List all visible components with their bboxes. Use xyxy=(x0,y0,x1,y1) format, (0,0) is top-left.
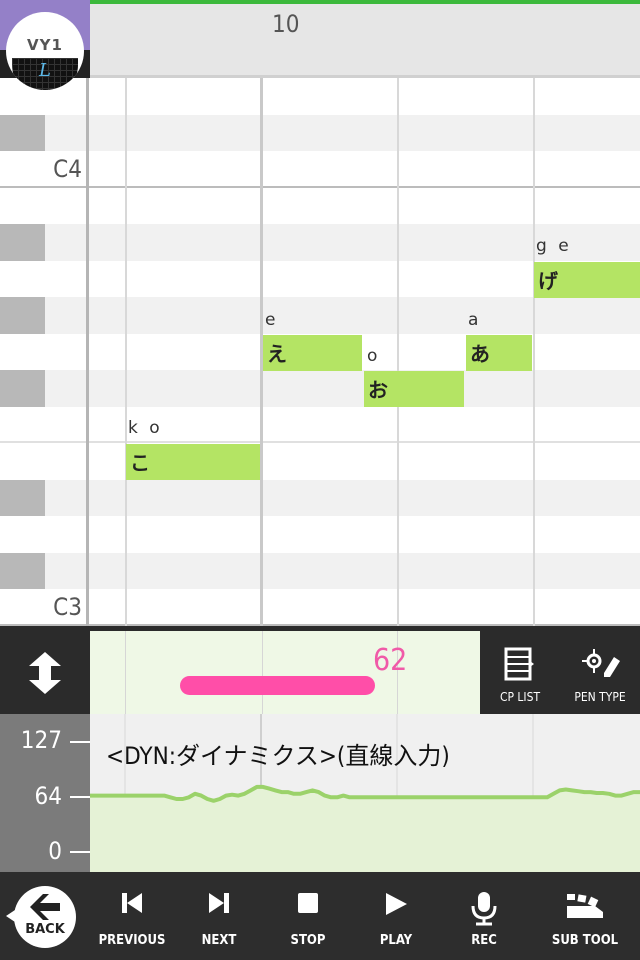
value-readout: 62 xyxy=(373,643,408,678)
phoneme-label: g e xyxy=(536,236,572,256)
note-lyric: え xyxy=(267,342,287,366)
rec-label: REC xyxy=(471,933,497,948)
tick-mark xyxy=(70,796,90,798)
skip-next-icon xyxy=(209,893,229,913)
octave-label-c3: C3 xyxy=(53,593,82,621)
skip-previous-icon xyxy=(122,893,142,913)
beat-line xyxy=(125,78,127,626)
previous-button[interactable]: PREVIOUS xyxy=(92,872,172,960)
play-icon xyxy=(386,893,407,915)
note-lyric: お xyxy=(368,378,388,402)
note-lyric: あ xyxy=(470,342,490,366)
tick-label-127: 127 xyxy=(20,726,62,754)
dynamics-axis: 127 64 0 xyxy=(0,714,90,872)
voicebank-logo[interactable]: VY1 L xyxy=(6,12,84,90)
phoneme-label: k o xyxy=(128,418,163,438)
sub-tool-label: SUB TOOL xyxy=(551,933,619,948)
black-key[interactable] xyxy=(0,224,45,261)
phoneme-label: a xyxy=(468,310,482,330)
note-block[interactable]: こ xyxy=(126,444,260,480)
phoneme-label: o xyxy=(367,346,381,366)
dynamics-title: <DYN:ダイナミクス>(直線入力) xyxy=(106,742,450,770)
row-c#3 xyxy=(0,552,640,589)
tick-label-0: 0 xyxy=(48,837,62,865)
grid-line xyxy=(125,631,126,714)
value-indicator-bar[interactable] xyxy=(180,676,375,695)
row-b3 xyxy=(0,187,640,224)
cp-list-button[interactable]: CP LIST xyxy=(480,631,560,714)
octave-label-c4: C4 xyxy=(53,155,82,183)
play-button[interactable]: PLAY xyxy=(356,872,436,960)
tick-mark xyxy=(70,741,90,743)
row-g#3 xyxy=(0,297,640,334)
row-d4 xyxy=(0,78,640,115)
stop-button[interactable]: STOP xyxy=(268,872,348,960)
next-button[interactable]: NEXT xyxy=(179,872,259,960)
black-key[interactable] xyxy=(0,479,45,516)
pen-tool-icon xyxy=(582,649,620,677)
phoneme-label: e xyxy=(265,310,279,330)
rec-button[interactable]: REC xyxy=(444,872,524,960)
note-block[interactable]: え xyxy=(263,335,362,371)
microphone-icon xyxy=(471,892,497,926)
measure-ruler[interactable]: 10 xyxy=(90,4,640,78)
bottom-toolbar: BACK PREVIOUS NEXT STOP PLAY REC SUB TOO… xyxy=(0,872,640,960)
beat-line xyxy=(533,78,535,626)
black-key[interactable] xyxy=(0,552,45,589)
next-label: NEXT xyxy=(201,933,237,948)
row-d3 xyxy=(0,516,640,553)
black-key[interactable] xyxy=(0,370,45,407)
list-icon xyxy=(504,647,534,681)
row-f#3 xyxy=(0,370,640,407)
row-f3 xyxy=(0,406,640,443)
pen-type-label: PEN TYPE xyxy=(574,690,626,704)
note-block[interactable]: お xyxy=(364,371,464,407)
measure-number: 10 xyxy=(272,10,300,38)
previous-label: PREVIOUS xyxy=(98,933,166,948)
beat-line xyxy=(397,78,399,626)
grid-line xyxy=(262,631,263,714)
note-block[interactable]: げ xyxy=(534,262,640,298)
value-editor-area[interactable]: 62 xyxy=(90,631,480,714)
up-down-arrow-icon xyxy=(29,651,61,694)
note-lyric: こ xyxy=(130,451,150,475)
piano-roll[interactable]: C4 C3 k o こ e え o お a あ g e げ xyxy=(0,78,640,626)
stop-icon xyxy=(298,893,318,913)
note-block[interactable]: あ xyxy=(466,335,532,371)
control-bar: 62 CP LIST PEN TYPE xyxy=(0,631,640,714)
note-lyric: げ xyxy=(538,269,558,293)
sub-tool-icon xyxy=(567,894,603,918)
logo-grid: L xyxy=(12,58,78,90)
dynamics-editor[interactable]: <DYN:ダイナミクス>(直線入力) xyxy=(90,714,640,872)
arrow-left-icon xyxy=(30,894,60,920)
pen-type-button[interactable]: PEN TYPE xyxy=(560,631,640,714)
dynamics-panel: 127 64 0 <DYN:ダイナミクス>(直線入力) xyxy=(0,714,640,872)
row-c3: C3 xyxy=(0,589,640,626)
logo-sub: L xyxy=(39,60,51,81)
back-label: BACK xyxy=(25,922,65,937)
tick-label-64: 64 xyxy=(34,782,62,810)
stop-label: STOP xyxy=(290,933,326,948)
black-key[interactable] xyxy=(0,114,45,151)
row-e3 xyxy=(0,443,640,480)
logo-text: VY1 xyxy=(27,36,63,54)
sub-tool-button[interactable]: SUB TOOL xyxy=(543,872,627,960)
black-key[interactable] xyxy=(0,297,45,334)
play-label: PLAY xyxy=(379,933,413,948)
keyboard-divider xyxy=(86,78,89,626)
cp-list-label: CP LIST xyxy=(499,690,541,704)
tick-mark xyxy=(70,851,90,853)
resize-handle[interactable] xyxy=(0,631,90,714)
row-d#3 xyxy=(0,479,640,516)
row-c#4 xyxy=(0,114,640,151)
back-button[interactable]: BACK xyxy=(6,886,76,948)
row-c4: C4 xyxy=(0,151,640,188)
